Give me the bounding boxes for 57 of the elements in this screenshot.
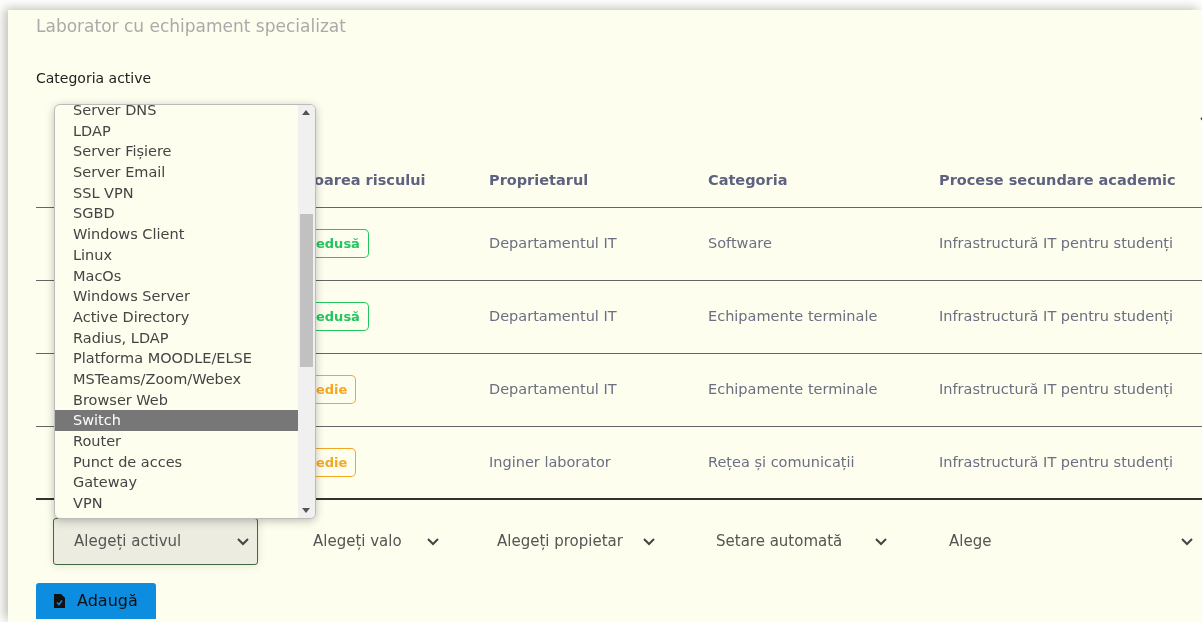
chevron-icon — [875, 537, 887, 546]
page-subtitle: Laborator cu echipament specializat — [36, 15, 347, 38]
table-cell-text: Departamentul IT — [489, 234, 617, 254]
select-field[interactable]: Alegeți valo — [313, 518, 443, 565]
table-cell-text: Echipamente terminale — [708, 380, 878, 400]
field-label: Categoria active — [36, 69, 153, 88]
column-header: Procese secundare academic — [925, 155, 1202, 208]
add-button[interactable]: Adaugă — [36, 583, 156, 619]
select-field[interactable]: Alege — [949, 518, 1197, 565]
chevron-icon — [427, 537, 439, 546]
chevron-icon — [1181, 537, 1193, 546]
dropdown-option[interactable]: Active Directory — [55, 306, 298, 328]
dropdown-option[interactable]: Router — [55, 431, 298, 452]
table-cell-text: Departamentul IT — [489, 307, 617, 327]
select-value: Alege — [949, 531, 992, 553]
table-cell-text: Infrastructură IT pentru studenți — [939, 452, 1174, 473]
table-cell-text: Rețea și comunicații — [708, 452, 855, 473]
chevron-icon — [643, 537, 655, 546]
chevron-icon — [237, 537, 249, 546]
select-value: Alegeți activul — [74, 531, 182, 553]
dropdown-option[interactable]: VPN — [55, 493, 298, 514]
select-field[interactable]: Alegeți propietar — [497, 518, 659, 565]
dropdown-option[interactable]: Windows Client — [55, 224, 298, 245]
dropdown-option[interactable]: Server Fișiere — [55, 141, 298, 163]
dropdown-option[interactable]: SGBD — [55, 203, 298, 225]
dropdown-option[interactable]: Gateway — [55, 472, 298, 494]
scrollbar[interactable] — [298, 105, 315, 518]
column-header: Categoria — [694, 155, 925, 208]
document-icon — [54, 594, 65, 608]
dropdown-option[interactable]: Server DNS — [55, 105, 298, 121]
scroll-up-icon[interactable] — [302, 110, 310, 115]
table-cell-text: Infrastructură IT pentru studenți — [939, 307, 1174, 327]
dropdown-option[interactable]: Browser Web — [55, 389, 298, 411]
dropdown-option[interactable]: LDAP — [55, 120, 298, 142]
scroll-down-icon[interactable] — [302, 508, 310, 513]
dropdown-option[interactable]: Punct de acces — [55, 451, 298, 473]
table-cell-text: Infrastructură IT pentru studenți — [939, 234, 1174, 254]
table-cell-text: Software — [708, 234, 772, 254]
select-field[interactable]: Alegeți activul — [53, 518, 258, 565]
dropdown-option[interactable]: SSL VPN — [55, 182, 298, 204]
dropdown-option[interactable]: Linux — [55, 244, 298, 266]
table-cell-text: Inginer laborator — [489, 452, 611, 472]
dropdown-option[interactable]: Platforma MOODLE/ELSE — [55, 348, 298, 369]
dropdown-option[interactable]: Windows Server — [55, 286, 298, 307]
dropdown-option[interactable]: Switch — [55, 410, 298, 431]
dropdown-option[interactable]: Radius, LDAP — [55, 327, 298, 349]
table-cell-text: Echipamente terminale — [708, 307, 878, 327]
select-value: Alegeți propietar — [497, 531, 623, 553]
dropdown-option[interactable]: MSTeams/Zoom/Webex — [55, 368, 298, 390]
dropdown-option[interactable]: MacOs — [55, 265, 298, 287]
table-cell-text: Infrastructură IT pentru studenți — [939, 380, 1174, 400]
dropdown-option[interactable]: Server Email — [55, 162, 298, 183]
select-field[interactable]: Setare automată — [716, 518, 891, 565]
select-value: Setare automată — [716, 531, 843, 553]
select-value: Alegeți valo — [313, 531, 402, 553]
column-header: Proprietarul — [475, 155, 694, 208]
table-cell-text: Departamentul IT — [489, 380, 617, 400]
